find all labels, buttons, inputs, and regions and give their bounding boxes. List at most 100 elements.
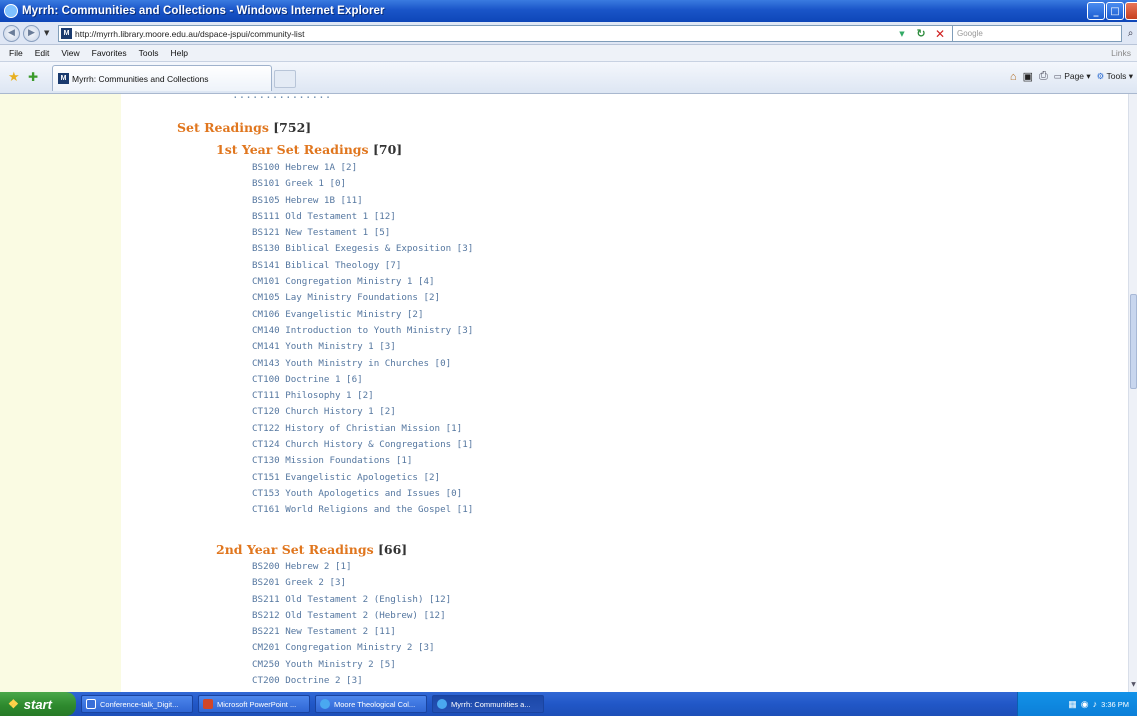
year1-collection-link[interactable]: CM141 Youth Ministry 1 [3] — [252, 339, 473, 355]
menu-favorites[interactable]: Favorites — [92, 48, 127, 58]
maximize-button[interactable]: □ — [1106, 2, 1124, 20]
forward-arrow-icon: ▶ — [28, 28, 35, 38]
year1-collection-link[interactable]: CM106 Evangelistic Ministry [2] — [252, 307, 473, 323]
menu-view[interactable]: View — [61, 48, 79, 58]
year2-collection-link[interactable]: BS212 Old Testament 2 (Hebrew) [12] — [252, 608, 451, 624]
command-bar: ⌂ ▣ ⎙ ▭ Page ▾ ⚙ Tools ▾ — [1010, 70, 1133, 83]
taskbar-item-conference-talk[interactable]: Conference-talk_Digit... — [81, 695, 193, 713]
history-dropdown-icon[interactable]: ▼ — [44, 29, 49, 37]
ie-icon — [320, 699, 330, 709]
home-icon[interactable]: ⌂ — [1010, 71, 1017, 83]
year1-collection-link[interactable]: CT151 Evangelistic Apologetics [2] — [252, 470, 473, 486]
tab-myrrh[interactable]: M Myrrh: Communities and Collections — [52, 65, 272, 91]
address-toolbar: ◀ ▶ ▼ M http://myrrh.library.moore.edu.a… — [0, 22, 1137, 45]
year2-collection-link[interactable]: CT200 Doctrine 2 [3] — [252, 673, 451, 689]
address-url[interactable]: http://myrrh.library.moore.edu.au/dspace… — [75, 29, 304, 39]
taskbar-item-powerpoint[interactable]: Microsoft PowerPoint ... — [198, 695, 310, 713]
close-button[interactable] — [1125, 2, 1137, 20]
document-icon — [86, 699, 96, 709]
network-icon[interactable]: ▦ — [1068, 699, 1077, 710]
tools-gear-icon: ⚙ — [1096, 71, 1105, 81]
tab-bar: ★ ✚ M Myrrh: Communities and Collections… — [0, 62, 1137, 94]
menu-file[interactable]: File — [9, 48, 23, 58]
ie-icon — [4, 4, 18, 18]
window-controls: _ □ — [1087, 2, 1137, 20]
year1-collection-link[interactable]: BS130 Biblical Exegesis & Exposition [3] — [252, 241, 473, 257]
menu-tools[interactable]: Tools — [139, 48, 159, 58]
print-icon[interactable]: ⎙ — [1039, 70, 1048, 83]
menu-help[interactable]: Help — [170, 48, 187, 58]
cutoff-text: ............... — [232, 94, 332, 101]
left-navigation-panel — [0, 94, 121, 692]
new-tab-button[interactable] — [274, 70, 296, 88]
year1-collection-link[interactable]: BS101 Greek 1 [0] — [252, 176, 473, 192]
security-icon[interactable]: ◉ — [1081, 699, 1089, 710]
start-button[interactable]: ❖ start — [0, 692, 76, 716]
year1-heading[interactable]: 1st Year Set Readings [70] — [216, 142, 402, 157]
taskbar-item-myrrh[interactable]: Myrrh: Communities a... — [432, 695, 544, 713]
back-button[interactable]: ◀ — [3, 24, 20, 42]
minimize-button[interactable]: _ — [1087, 2, 1105, 20]
set-readings-heading[interactable]: Set Readings [752] — [177, 120, 311, 135]
year2-collection-link[interactable]: CM250 Youth Ministry 2 [5] — [252, 657, 451, 673]
year1-collection-link[interactable]: CT111 Philosophy 1 [2] — [252, 388, 473, 404]
windows-taskbar: ❖ start Conference-talk_Digit... Microso… — [0, 692, 1137, 716]
year2-collection-link[interactable]: CM201 Congregation Ministry 2 [3] — [252, 640, 451, 656]
year2-collection-list: BS200 Hebrew 2 [1] BS201 Greek 2 [3] BS211… — [252, 559, 451, 689]
add-favorites-icon[interactable]: ✚ — [28, 70, 38, 84]
scroll-down-arrow-icon[interactable]: ▼ — [1129, 678, 1137, 690]
year2-heading[interactable]: 2nd Year Set Readings [66] — [216, 542, 407, 557]
menu-bar: File Edit View Favorites Tools Help Link… — [0, 45, 1137, 62]
year1-collection-link[interactable]: CM105 Lay Ministry Foundations [2] — [252, 290, 473, 306]
refresh-icon[interactable]: ↻ — [912, 25, 930, 42]
scrollbar-thumb[interactable] — [1130, 294, 1137, 389]
links-toolbar[interactable]: Links — [1111, 48, 1131, 58]
year1-collection-link[interactable]: BS105 Hebrew 1B [11] — [252, 193, 473, 209]
volume-icon[interactable]: ♪ — [1093, 699, 1098, 709]
menu-edit[interactable]: Edit — [35, 48, 50, 58]
year1-collection-link[interactable]: BS100 Hebrew 1A [2] — [252, 160, 473, 176]
year1-collection-link[interactable]: CM143 Youth Ministry in Churches [0] — [252, 356, 473, 372]
page-menu[interactable]: ▭ Page ▾ — [1054, 71, 1091, 82]
system-tray: ▦ ◉ ♪ 3:36 PM — [1017, 692, 1137, 716]
forward-button[interactable]: ▶ — [23, 24, 40, 42]
stop-icon[interactable]: ✕ — [931, 25, 949, 42]
page-content: ............... Set Readings [752] 1st Y… — [0, 94, 1137, 692]
year1-collection-link[interactable]: CT130 Mission Foundations [1] — [252, 453, 473, 469]
tools-menu[interactable]: ⚙ Tools ▾ — [1097, 71, 1133, 82]
year1-collection-link[interactable]: CT120 Church History 1 [2] — [252, 404, 473, 420]
tab-title: Myrrh: Communities and Collections — [72, 73, 209, 84]
feeds-icon[interactable]: ▣ — [1023, 70, 1033, 83]
year2-collection-link[interactable]: BS201 Greek 2 [3] — [252, 575, 451, 591]
year1-collection-link[interactable]: CM101 Congregation Ministry 1 [4] — [252, 274, 473, 290]
year1-collection-link[interactable]: CT153 Youth Apologetics and Issues [0] — [252, 486, 473, 502]
year1-collection-link[interactable]: CT161 World Religions and the Gospel [1] — [252, 502, 473, 518]
search-icon[interactable]: ⌕ — [1124, 25, 1137, 42]
year1-collection-link[interactable]: CT122 History of Christian Mission [1] — [252, 421, 473, 437]
year1-collection-link[interactable]: CT100 Doctrine 1 [6] — [252, 372, 473, 388]
year1-collection-link[interactable]: BS141 Biblical Theology [7] — [252, 258, 473, 274]
year1-collection-list: BS100 Hebrew 1A [2] BS101 Greek 1 [0] BS10… — [252, 160, 473, 519]
year1-collection-link[interactable]: BS111 Old Testament 1 [12] — [252, 209, 473, 225]
year2-collection-link[interactable]: BS211 Old Testament 2 (English) [12] — [252, 592, 451, 608]
ie-icon — [437, 699, 447, 709]
page-favicon-icon: M — [61, 28, 72, 39]
year2-collection-link[interactable]: BS221 New Testament 2 [11] — [252, 624, 451, 640]
powerpoint-icon — [203, 699, 213, 709]
year2-collection-link[interactable]: BS200 Hebrew 2 [1] — [252, 559, 451, 575]
favorites-star-icon[interactable]: ★ — [8, 70, 20, 85]
taskbar-item-moore-college[interactable]: Moore Theological Col... — [315, 695, 427, 713]
window-title-bar[interactable]: Myrrh: Communities and Collections - Win… — [0, 0, 1137, 22]
search-input[interactable]: Google — [952, 25, 1122, 42]
address-bar[interactable]: M http://myrrh.library.moore.edu.au/dspa… — [58, 25, 956, 42]
year1-collection-link[interactable]: BS121 New Testament 1 [5] — [252, 225, 473, 241]
address-dropdown-icon[interactable]: ▼ — [895, 26, 909, 41]
year1-collection-link[interactable]: CT124 Church History & Congregations [1] — [252, 437, 473, 453]
vertical-scrollbar[interactable]: ▼ — [1128, 94, 1137, 692]
window-title: Myrrh: Communities and Collections - Win… — [22, 5, 385, 17]
tab-favicon-icon: M — [58, 73, 69, 84]
windows-flag-icon: ❖ — [8, 697, 19, 711]
year1-collection-link[interactable]: CM140 Introduction to Youth Ministry [3] — [252, 323, 473, 339]
page-icon: ▭ — [1053, 71, 1062, 81]
clock[interactable]: 3:36 PM — [1101, 700, 1129, 709]
